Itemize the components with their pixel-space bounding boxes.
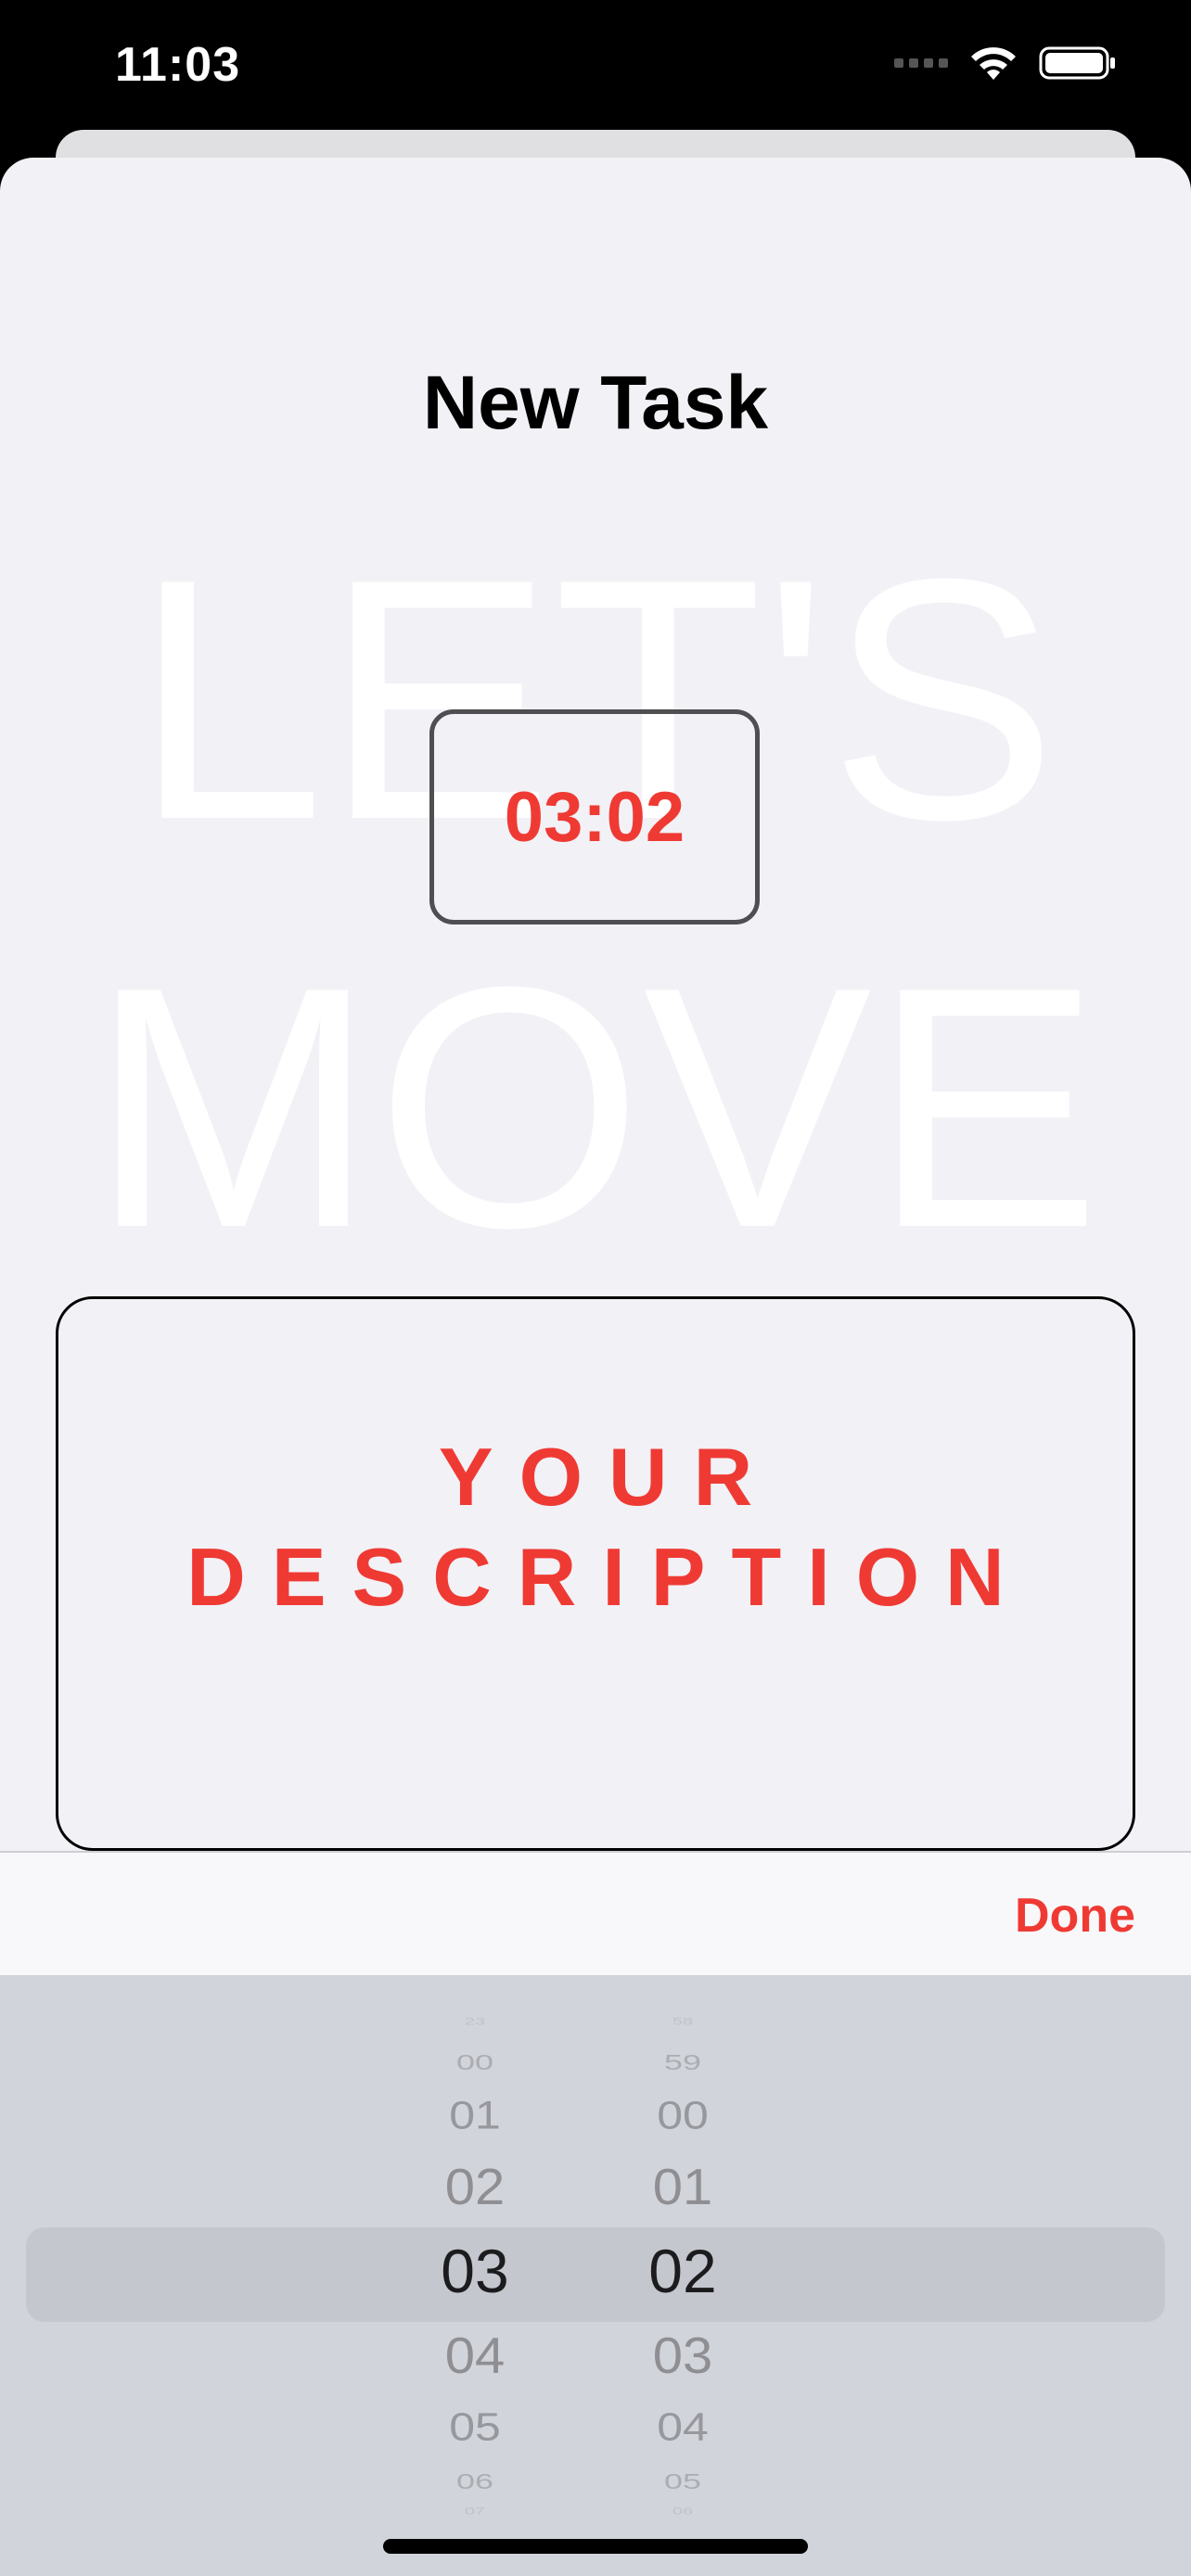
- minute-option[interactable]: 03: [590, 2330, 775, 2381]
- hour-option[interactable]: 06: [382, 2470, 568, 2492]
- done-button[interactable]: Done: [1015, 1888, 1135, 1944]
- timer-field[interactable]: 03:02: [429, 709, 760, 925]
- minute-option[interactable]: 02: [590, 2240, 775, 2302]
- wifi-icon: [971, 47, 1016, 80]
- page-title: New Task: [422, 361, 769, 445]
- timer-value: 03:02: [504, 777, 685, 857]
- description-field[interactable]: YOUR DESCRIPTION: [56, 1296, 1135, 1851]
- minute-option[interactable]: 59: [590, 2051, 775, 2072]
- time-picker: 23 00 01 02 03 04 05 06 07 58 59 00 01 02 03 04 05 06: [0, 1975, 1191, 2576]
- hour-option[interactable]: 07: [382, 2506, 568, 2517]
- hour-option[interactable]: 23: [382, 2017, 568, 2027]
- status-icons: [894, 45, 1117, 82]
- picker-toolbar: Done: [0, 1851, 1191, 1975]
- home-indicator: [383, 2539, 808, 2554]
- hour-option[interactable]: 02: [382, 2162, 568, 2213]
- minute-option[interactable]: 06: [590, 2506, 775, 2517]
- hour-option[interactable]: 05: [382, 2407, 568, 2447]
- hour-option[interactable]: 03: [382, 2240, 568, 2302]
- hour-wheel[interactable]: 23 00 01 02 03 04 05 06 07: [382, 1975, 568, 2576]
- background-word-move: MOVE: [90, 916, 1101, 1299]
- status-bar: 11:03: [0, 0, 1191, 130]
- minute-option[interactable]: 04: [590, 2407, 775, 2447]
- minute-wheel[interactable]: 58 59 00 01 02 03 04 05 06: [590, 1975, 775, 2576]
- hour-option[interactable]: 04: [382, 2330, 568, 2381]
- description-placeholder-line-1: YOUR: [438, 1431, 779, 1523]
- minute-option[interactable]: 01: [590, 2162, 775, 2213]
- cellular-signal-icon: [894, 58, 948, 68]
- battery-icon: [1039, 46, 1115, 80]
- hour-option[interactable]: 00: [382, 2051, 568, 2072]
- description-placeholder-line-2: DESCRIPTION: [186, 1531, 1031, 1623]
- minute-option[interactable]: 58: [590, 2017, 775, 2027]
- minute-option[interactable]: 00: [590, 2096, 775, 2136]
- minute-option[interactable]: 05: [590, 2470, 775, 2492]
- status-time: 11:03: [115, 38, 241, 92]
- hour-option[interactable]: 01: [382, 2096, 568, 2136]
